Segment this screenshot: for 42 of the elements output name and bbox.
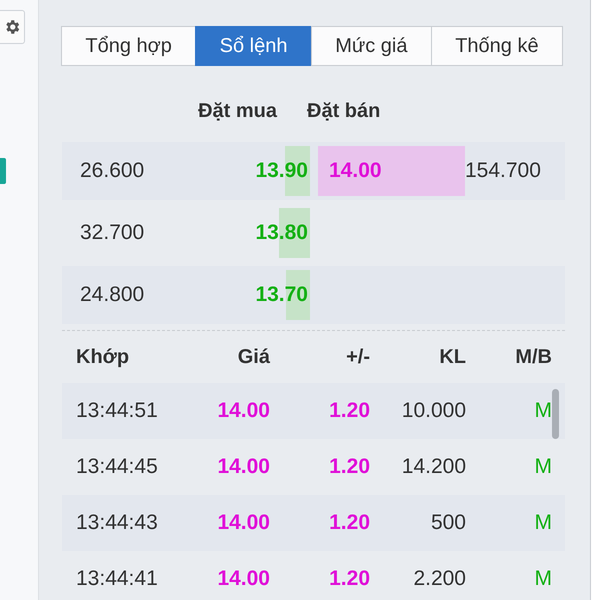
bid-volume: 24.800 bbox=[79, 283, 146, 307]
scrollbar-thumb[interactable] bbox=[552, 389, 559, 439]
tab[interactable]: Thống kê bbox=[430, 26, 563, 66]
column-header: M/B bbox=[514, 346, 552, 368]
column-header: +/- bbox=[345, 346, 370, 368]
time-cell-text: 13:44:41 bbox=[75, 567, 159, 591]
volume-cell-text: 500 bbox=[430, 511, 466, 535]
side-cell-text: M bbox=[534, 399, 552, 423]
side-cell-text: M bbox=[534, 567, 552, 591]
settings-button[interactable] bbox=[0, 10, 25, 44]
column-header: Giá bbox=[236, 346, 270, 368]
bid-price: 13.70 bbox=[255, 283, 309, 307]
change-cell-text: 1.20 bbox=[328, 567, 370, 591]
volume-cell-text: 2.200 bbox=[412, 567, 466, 591]
tab[interactable]: Tổng hợp bbox=[61, 26, 196, 66]
status-marker bbox=[0, 158, 6, 184]
change-cell-text: 1.20 bbox=[328, 511, 370, 535]
column-header: Đặt bán bbox=[307, 100, 380, 122]
ask-price: 14.00 bbox=[328, 159, 382, 183]
bid-price: 13.90 bbox=[255, 159, 309, 183]
column-header: Khớp bbox=[75, 346, 130, 368]
price-cell-text: 14.00 bbox=[216, 399, 270, 423]
side-cell-text: M bbox=[534, 455, 552, 479]
time-cell-text: 13:44:43 bbox=[75, 511, 159, 535]
volume-cell-text: 10.000 bbox=[400, 399, 466, 423]
time-cell-text: 13:44:45 bbox=[75, 455, 159, 479]
time-cell-text: 13:44:51 bbox=[75, 399, 159, 423]
price-cell-text: 14.00 bbox=[216, 567, 270, 591]
column-header: Đặt mua bbox=[197, 100, 277, 122]
tab[interactable]: Sổ lệnh bbox=[195, 26, 312, 66]
bid-price: 13.80 bbox=[255, 221, 309, 245]
price-cell-text: 14.00 bbox=[216, 455, 270, 479]
bid-volume: 26.600 bbox=[79, 159, 146, 183]
change-cell-text: 1.20 bbox=[328, 455, 370, 479]
tab[interactable]: Mức giá bbox=[310, 26, 432, 66]
volume-cell-text: 14.200 bbox=[400, 455, 466, 479]
change-cell-text: 1.20 bbox=[328, 399, 370, 423]
side-cell-text: M bbox=[534, 511, 552, 535]
column-header: KL bbox=[438, 346, 466, 368]
bid-volume: 32.700 bbox=[79, 221, 146, 245]
ask-volume: 154.700 bbox=[465, 159, 542, 183]
price-cell-text: 14.00 bbox=[216, 511, 270, 535]
